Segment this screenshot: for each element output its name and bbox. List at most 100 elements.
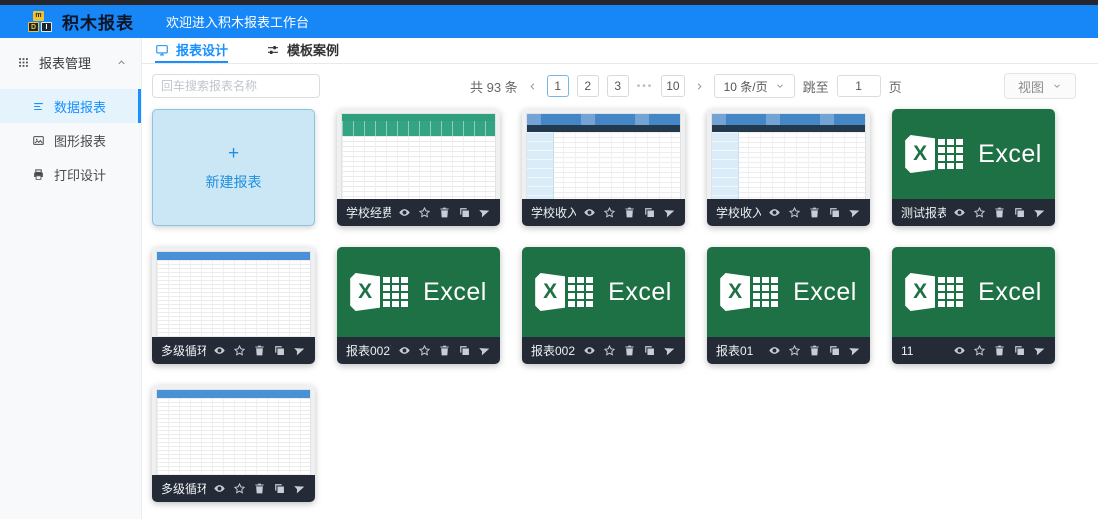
app-title: 积木报表	[62, 9, 134, 34]
copy-icon[interactable]	[458, 206, 471, 219]
report-card[interactable]: XExcel测试报表功能	[892, 109, 1055, 226]
trash-icon[interactable]	[438, 206, 451, 219]
report-card[interactable]: 多级循环表头...	[152, 247, 315, 364]
share-icon[interactable]	[663, 344, 676, 357]
sidebar-group-report-management[interactable]: 报表管理	[0, 38, 141, 72]
report-card[interactable]: 学校收入一览...	[707, 109, 870, 226]
report-preview	[156, 389, 311, 475]
main-panel: 报表设计模板案例 共 93 条 123•••10 10 条/页 跳至 页	[142, 38, 1098, 519]
star-icon[interactable]	[973, 206, 986, 219]
eye-icon[interactable]	[398, 206, 411, 219]
eye-icon[interactable]	[768, 206, 781, 219]
copy-icon[interactable]	[828, 206, 841, 219]
tab-template-examples[interactable]: 模板案例	[266, 38, 339, 63]
star-icon[interactable]	[233, 482, 246, 495]
eye-icon[interactable]	[583, 206, 596, 219]
report-card[interactable]: 学校收入一览...	[522, 109, 685, 226]
card-thumbnail[interactable]	[337, 109, 500, 199]
copy-icon[interactable]	[1013, 206, 1026, 219]
star-icon[interactable]	[788, 206, 801, 219]
page-button[interactable]: 1	[547, 75, 569, 97]
tab-report-design[interactable]: 报表设计	[155, 38, 228, 63]
page-button[interactable]: 10	[661, 75, 684, 97]
eye-icon[interactable]	[953, 206, 966, 219]
excel-logo: XExcel	[350, 273, 487, 311]
share-icon[interactable]	[293, 344, 306, 357]
page-button[interactable]: 3	[607, 75, 629, 97]
share-icon[interactable]	[848, 206, 861, 219]
copy-icon[interactable]	[828, 344, 841, 357]
page-size-select[interactable]: 10 条/页	[714, 74, 795, 98]
trash-icon[interactable]	[993, 344, 1006, 357]
star-icon[interactable]	[603, 206, 616, 219]
card-thumbnail[interactable]	[152, 385, 315, 475]
sidebar-item-label: 打印设计	[54, 165, 106, 184]
trash-icon[interactable]	[253, 344, 266, 357]
trash-icon[interactable]	[808, 206, 821, 219]
trash-icon[interactable]	[993, 206, 1006, 219]
chevron-up-icon[interactable]	[116, 57, 127, 68]
excel-x-icon: X	[720, 273, 750, 311]
card-thumbnail[interactable]	[152, 247, 315, 337]
tab-bar: 报表设计 模板案例	[142, 38, 1098, 64]
eye-icon[interactable]	[398, 344, 411, 357]
search-input[interactable]	[152, 74, 320, 98]
eye-icon[interactable]	[583, 344, 596, 357]
eye-icon[interactable]	[953, 344, 966, 357]
app-logo[interactable]: m D I 积木报表	[28, 9, 134, 34]
eye-icon[interactable]	[768, 344, 781, 357]
eye-icon[interactable]	[213, 344, 226, 357]
share-icon[interactable]	[1033, 206, 1046, 219]
report-card[interactable]: XExcel报表01	[707, 247, 870, 364]
trash-icon[interactable]	[253, 482, 266, 495]
card-thumbnail[interactable]: XExcel	[522, 247, 685, 337]
share-icon[interactable]	[1033, 344, 1046, 357]
share-icon[interactable]	[478, 206, 491, 219]
plus-icon: +	[228, 144, 239, 163]
copy-icon[interactable]	[643, 206, 656, 219]
copy-icon[interactable]	[643, 344, 656, 357]
card-thumbnail[interactable]: XExcel	[892, 247, 1055, 337]
card-thumbnail[interactable]: XExcel	[337, 247, 500, 337]
pagination-ellipsis[interactable]: •••	[637, 81, 654, 92]
copy-icon[interactable]	[1013, 344, 1026, 357]
report-card[interactable]: XExcel报表002副本2...	[337, 247, 500, 364]
trash-icon[interactable]	[438, 344, 451, 357]
star-icon[interactable]	[973, 344, 986, 357]
jump-page-input[interactable]	[837, 75, 881, 97]
share-icon[interactable]	[848, 344, 861, 357]
sidebar-item[interactable]: 图形报表	[0, 123, 141, 157]
trash-icon[interactable]	[623, 206, 636, 219]
view-mode-button[interactable]: 视图	[1004, 73, 1076, 99]
star-icon[interactable]	[233, 344, 246, 357]
sidebar-item[interactable]: 打印设计	[0, 157, 141, 191]
report-card[interactable]: 多级循环表头...	[152, 385, 315, 502]
chevron-left-icon[interactable]	[526, 81, 539, 92]
card-thumbnail[interactable]: XExcel	[707, 247, 870, 337]
trash-icon[interactable]	[623, 344, 636, 357]
copy-icon[interactable]	[273, 344, 286, 357]
star-icon[interactable]	[418, 344, 431, 357]
share-icon[interactable]	[478, 344, 491, 357]
copy-icon[interactable]	[273, 482, 286, 495]
eye-icon[interactable]	[213, 482, 226, 495]
spreadsheet-grid-icon	[568, 277, 593, 307]
new-report-card[interactable]: + 新建报表	[152, 109, 315, 226]
star-icon[interactable]	[788, 344, 801, 357]
page-button[interactable]: 2	[577, 75, 599, 97]
copy-icon[interactable]	[458, 344, 471, 357]
star-icon[interactable]	[603, 344, 616, 357]
star-icon[interactable]	[418, 206, 431, 219]
card-thumbnail[interactable]	[707, 109, 870, 199]
card-thumbnail[interactable]: XExcel	[892, 109, 1055, 199]
tab-label: 报表设计	[176, 40, 228, 59]
report-card[interactable]: 学校经费一览...	[337, 109, 500, 226]
report-card[interactable]: XExcel报表002	[522, 247, 685, 364]
trash-icon[interactable]	[808, 344, 821, 357]
sidebar-item[interactable]: 数据报表	[0, 89, 141, 123]
chevron-right-icon[interactable]	[693, 81, 706, 92]
share-icon[interactable]	[293, 482, 306, 495]
report-card[interactable]: XExcel11	[892, 247, 1055, 364]
card-thumbnail[interactable]	[522, 109, 685, 199]
share-icon[interactable]	[663, 206, 676, 219]
